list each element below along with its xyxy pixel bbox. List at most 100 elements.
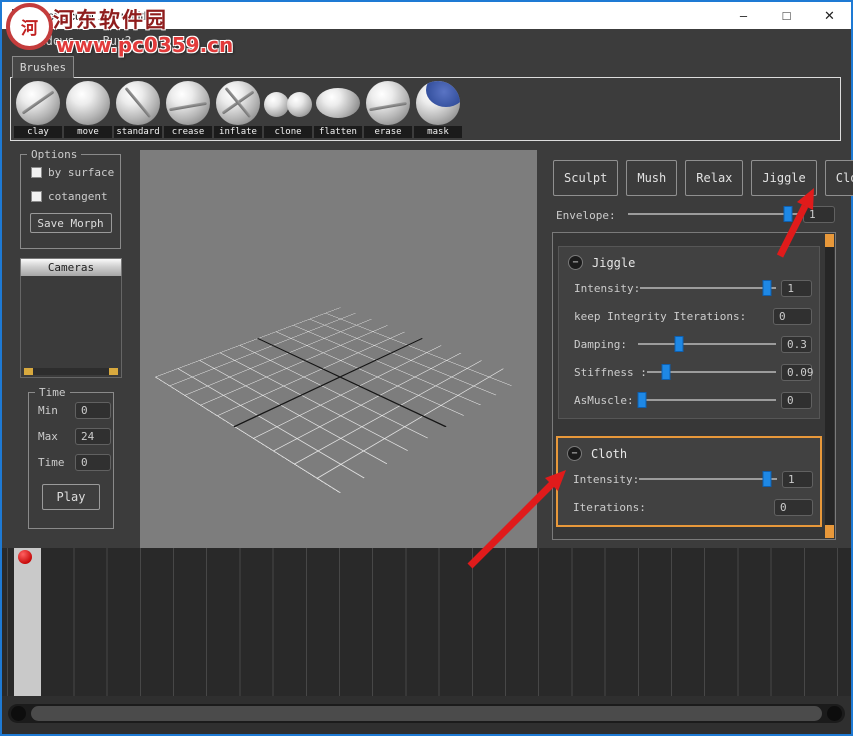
- cloth-intensity-value[interactable]: 1: [782, 471, 813, 488]
- cloth-iterations-value[interactable]: 0: [774, 499, 813, 516]
- brush-label: standard: [114, 126, 162, 138]
- time-field[interactable]: 0: [75, 454, 111, 471]
- timeline-horizontal-scrollbar[interactable]: [8, 704, 845, 723]
- asmuscle-slider[interactable]: [638, 392, 776, 408]
- cameras-scroll-left[interactable]: [24, 368, 33, 375]
- tab-brushes[interactable]: Brushes: [12, 56, 74, 78]
- scrollbar-left-knob[interactable]: [11, 706, 26, 721]
- slider-thumb[interactable]: [662, 364, 671, 380]
- max-field[interactable]: 24: [75, 428, 111, 445]
- jiggle-section-header: − Jiggle: [559, 247, 819, 274]
- min-field[interactable]: 0: [75, 402, 111, 419]
- slider-thumb[interactable]: [762, 280, 771, 296]
- tab-relax[interactable]: Relax: [685, 160, 743, 196]
- brush-move[interactable]: move: [63, 79, 113, 139]
- asmuscle-value[interactable]: 0: [781, 392, 812, 409]
- cotangent-checkbox-row[interactable]: cotangent: [31, 190, 120, 203]
- watermark-logo-glyph: 河: [21, 14, 38, 39]
- envelope-label: Envelope:: [556, 209, 616, 222]
- brush-label: inflate: [214, 126, 262, 138]
- tab-cloth[interactable]: Cloth: [825, 160, 853, 196]
- collapse-icon[interactable]: −: [568, 255, 583, 270]
- brush-inflate[interactable]: inflate: [213, 79, 263, 139]
- damping-label: Damping:: [574, 338, 627, 351]
- time-row: Time 0: [38, 454, 113, 471]
- panel-scroll-up[interactable]: [825, 234, 834, 247]
- cloth-section: − Cloth Intensity: 1 Iterations: 0: [556, 436, 822, 527]
- cameras-header[interactable]: Cameras: [20, 258, 122, 277]
- panel-scroll-down[interactable]: [825, 525, 834, 538]
- slider-track: [639, 478, 777, 480]
- watermark-site-name: 河东软件园: [53, 4, 168, 34]
- cameras-scrollbar[interactable]: [24, 368, 118, 375]
- scrollbar-right-knob[interactable]: [827, 706, 842, 721]
- timeline-playhead[interactable]: [18, 550, 32, 564]
- timeline-current-frame-column[interactable]: [14, 548, 41, 696]
- brush-label: clone: [264, 126, 312, 138]
- cloth-intensity-slider[interactable]: [639, 471, 777, 487]
- tab-jiggle[interactable]: Jiggle: [751, 160, 816, 196]
- tab-sculpt[interactable]: Sculpt: [553, 160, 618, 196]
- time-group: Time Min 0 Max 24 Time 0 Play: [28, 392, 114, 529]
- keep-integrity-row: keep Integrity Iterations: 0: [559, 302, 819, 330]
- options-legend: Options: [27, 148, 81, 161]
- damping-value[interactable]: 0.3: [781, 336, 812, 353]
- cotangent-label: cotangent: [48, 190, 108, 203]
- viewport-3d[interactable]: [140, 150, 537, 548]
- close-button[interactable]: ✕: [808, 2, 851, 29]
- by-surface-checkbox-row[interactable]: by surface: [31, 166, 120, 179]
- keep-integrity-value[interactable]: 0: [773, 308, 812, 325]
- maximize-button[interactable]: □: [765, 2, 808, 29]
- envelope-slider-thumb[interactable]: [783, 206, 792, 222]
- save-morph-button[interactable]: Save Morph: [30, 213, 112, 233]
- slider-track: [640, 287, 776, 289]
- properties-panel: − Jiggle Intensity: 1 keep Integrity Ite…: [552, 232, 836, 540]
- ground-grid: [155, 308, 526, 494]
- envelope-value[interactable]: 1: [803, 206, 835, 223]
- asmuscle-label: AsMuscle:: [574, 394, 634, 407]
- brush-standard[interactable]: standard: [113, 79, 163, 139]
- standard-brush-icon: [116, 81, 160, 125]
- slider-thumb[interactable]: [675, 336, 684, 352]
- max-label: Max: [38, 430, 68, 443]
- brush-toolbar: clay move standard crease inflate clone …: [10, 77, 841, 141]
- tab-mush[interactable]: Mush: [626, 160, 677, 196]
- panel-scrollbar[interactable]: [825, 234, 834, 538]
- minimize-button[interactable]: –: [722, 2, 765, 29]
- brush-label: crease: [164, 126, 212, 138]
- damping-row: Damping: 0.3: [559, 330, 819, 358]
- jiggle-intensity-row: Intensity: 1: [559, 274, 819, 302]
- cotangent-checkbox[interactable]: [31, 191, 42, 202]
- brush-flatten[interactable]: flatten: [313, 79, 363, 139]
- max-row: Max 24: [38, 428, 113, 445]
- damping-slider[interactable]: [638, 336, 776, 352]
- brush-erase[interactable]: erase: [363, 79, 413, 139]
- jiggle-section: − Jiggle Intensity: 1 keep Integrity Ite…: [558, 246, 820, 419]
- brush-mask[interactable]: mask: [413, 79, 463, 139]
- jiggle-intensity-slider[interactable]: [640, 280, 776, 296]
- slider-thumb[interactable]: [638, 392, 647, 408]
- by-surface-checkbox[interactable]: [31, 167, 42, 178]
- timeline[interactable]: [2, 548, 851, 696]
- play-button[interactable]: Play: [42, 484, 100, 510]
- stiffness-row: Stiffness : 0.09: [559, 358, 819, 386]
- asmuscle-row: AsMuscle: 0: [559, 386, 819, 414]
- brush-label: clay: [14, 126, 62, 138]
- slider-thumb[interactable]: [763, 471, 772, 487]
- cameras-scroll-right[interactable]: [109, 368, 118, 375]
- cloth-section-title: Cloth: [591, 447, 627, 461]
- scrollbar-handle[interactable]: [31, 706, 822, 721]
- envelope-slider[interactable]: [628, 206, 800, 222]
- options-group: Options by surface cotangent Save Morph: [20, 154, 121, 249]
- cameras-list[interactable]: [20, 276, 122, 378]
- brush-clay[interactable]: clay: [13, 79, 63, 139]
- jiggle-intensity-value[interactable]: 1: [781, 280, 812, 297]
- stiffness-value[interactable]: 0.09: [781, 364, 812, 381]
- brush-clone[interactable]: clone: [263, 79, 313, 139]
- erase-brush-icon: [366, 81, 410, 125]
- watermark-site-url: www.pc0359.cn: [56, 33, 233, 57]
- brush-crease[interactable]: crease: [163, 79, 213, 139]
- brush-label: mask: [414, 126, 462, 138]
- collapse-icon[interactable]: −: [567, 446, 582, 461]
- stiffness-slider[interactable]: [647, 364, 776, 380]
